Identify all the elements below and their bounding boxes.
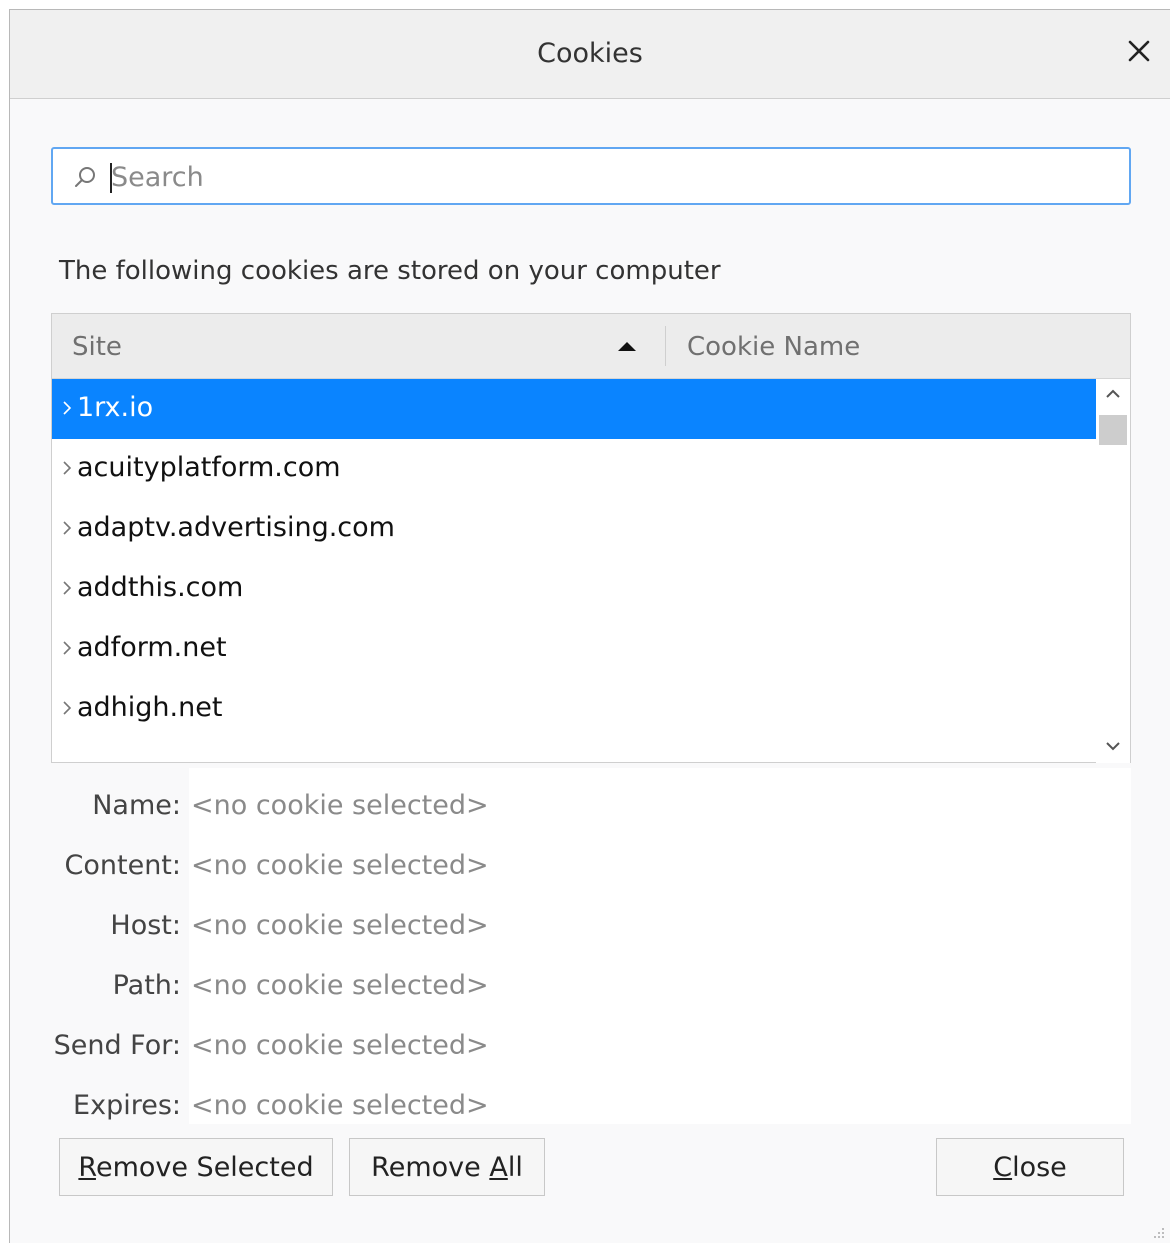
- tree-header: Site Cookie Name: [52, 314, 1130, 379]
- detail-value: <no cookie selected>: [191, 790, 489, 821]
- site-label: adhigh.net: [77, 692, 223, 723]
- site-label: adaptv.advertising.com: [77, 512, 395, 543]
- chevron-right-icon[interactable]: [62, 519, 72, 537]
- chevron-right-icon[interactable]: [62, 699, 72, 717]
- detail-label: Expires:: [73, 1090, 181, 1121]
- detail-label: Send For:: [53, 1030, 181, 1061]
- site-label: acuityplatform.com: [77, 452, 341, 483]
- tree-row-adhigh-net[interactable]: adhigh.net: [52, 679, 1096, 739]
- resize-grip-icon[interactable]: [1152, 1225, 1166, 1239]
- tree-rows: 1rx.io acuityplatform.com adaptv.adverti…: [52, 379, 1096, 739]
- button-label-before: Remove: [371, 1151, 490, 1183]
- cookies-description: The following cookies are stored on your…: [59, 256, 721, 286]
- remove-selected-button[interactable]: Remove Selected: [59, 1138, 333, 1196]
- cookies-dialog: Cookies The following cookies are stored…: [9, 9, 1170, 1243]
- detail-row-name: Name: <no cookie selected>: [51, 768, 1131, 828]
- detail-row-host: Host: <no cookie selected>: [51, 888, 1131, 948]
- search-input[interactable]: [109, 155, 1113, 199]
- detail-value: <no cookie selected>: [191, 970, 489, 1001]
- button-label-rest: emove Selected: [95, 1151, 314, 1183]
- site-label: addthis.com: [77, 572, 244, 603]
- sort-ascending-icon: [618, 342, 636, 351]
- button-label-after: ll: [507, 1151, 523, 1183]
- scroll-down-icon[interactable]: [1104, 737, 1122, 755]
- detail-row-send-for: Send For: <no cookie selected>: [51, 1008, 1131, 1068]
- site-label: adform.net: [77, 632, 227, 663]
- tree-row-addthis-com[interactable]: addthis.com: [52, 559, 1096, 619]
- accesskey-char: C: [993, 1151, 1013, 1183]
- tree-row-adaptv-advertising-com[interactable]: adaptv.advertising.com: [52, 499, 1096, 559]
- detail-value: <no cookie selected>: [191, 1030, 489, 1061]
- detail-value: <no cookie selected>: [191, 1090, 489, 1121]
- chevron-right-icon[interactable]: [62, 459, 72, 477]
- column-separator[interactable]: [665, 326, 666, 366]
- title-bar: Cookies: [10, 10, 1170, 99]
- column-header-cookie-name[interactable]: Cookie Name: [687, 332, 860, 362]
- site-label: 1rx.io: [77, 392, 154, 423]
- search-icon: [73, 165, 97, 189]
- cookie-details: Name: <no cookie selected> Content: <no …: [51, 768, 1131, 1124]
- tree-row-acuityplatform-com[interactable]: acuityplatform.com: [52, 439, 1096, 499]
- detail-label: Path:: [112, 970, 181, 1001]
- tree-row-1rx-io[interactable]: 1rx.io: [52, 379, 1096, 439]
- accesskey-char: A: [489, 1151, 508, 1183]
- detail-label: Host:: [110, 910, 181, 941]
- remove-all-button[interactable]: Remove All: [349, 1138, 545, 1196]
- accesskey-char: R: [78, 1151, 96, 1183]
- chevron-right-icon[interactable]: [62, 399, 72, 417]
- detail-label: Content:: [64, 850, 181, 881]
- chevron-right-icon[interactable]: [62, 579, 72, 597]
- detail-value: <no cookie selected>: [191, 850, 489, 881]
- column-header-site[interactable]: Site: [72, 332, 122, 362]
- cookies-tree[interactable]: Site Cookie Name 1rx.io acuityplatform.c…: [51, 313, 1131, 763]
- close-button[interactable]: Close: [936, 1138, 1124, 1196]
- tree-row-adform-net[interactable]: adform.net: [52, 619, 1096, 679]
- detail-label: Name:: [92, 790, 181, 821]
- detail-value: <no cookie selected>: [191, 910, 489, 941]
- chevron-right-icon[interactable]: [62, 639, 72, 657]
- text-caret: [110, 163, 112, 193]
- detail-row-path: Path: <no cookie selected>: [51, 948, 1131, 1008]
- close-icon[interactable]: [1124, 36, 1154, 66]
- scroll-up-icon[interactable]: [1104, 385, 1122, 403]
- tree-scrollbar[interactable]: [1096, 379, 1130, 763]
- detail-row-expires: Expires: <no cookie selected>: [51, 1068, 1131, 1128]
- detail-row-content: Content: <no cookie selected>: [51, 828, 1131, 888]
- search-field[interactable]: [51, 147, 1131, 205]
- button-label-rest: lose: [1012, 1151, 1067, 1183]
- scrollbar-thumb[interactable]: [1099, 415, 1127, 445]
- dialog-title: Cookies: [537, 38, 643, 69]
